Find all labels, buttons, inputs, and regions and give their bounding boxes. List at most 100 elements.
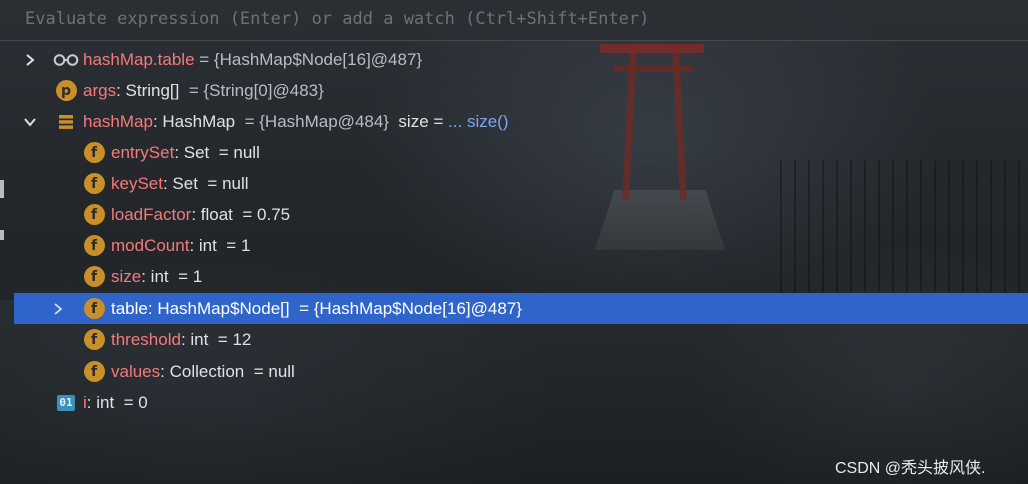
variable-text: values : Collection = null	[111, 362, 295, 382]
field-icon-letter: f	[83, 204, 105, 225]
variable-text: args : String[] = {String[0]@483}	[83, 81, 324, 101]
field-icon-letter: f	[83, 235, 105, 256]
variable-name: entrySet	[111, 142, 175, 162]
variable-name: values	[111, 361, 161, 381]
field-icon-letter: f	[83, 173, 105, 194]
field-icon-letter: f	[83, 361, 105, 382]
tree-row-threshold[interactable]: f threshold : int = 12	[10, 324, 1028, 355]
tree-row-table-selected[interactable]: f table : HashMap$Node[] = {HashMap$Node…	[14, 293, 1028, 324]
variable-separator: =	[235, 111, 260, 131]
variable-text: hashMap.table = {HashMap$Node[16]@487}	[83, 50, 422, 70]
variable-type: : HashMap	[152, 111, 236, 131]
variable-separator: =	[179, 80, 204, 100]
variable-name: loadFactor	[111, 204, 192, 224]
variable-name: table	[111, 298, 148, 318]
tree-row-values[interactable]: f values : Collection = null	[10, 356, 1028, 387]
field-icon: f	[83, 361, 105, 383]
variable-name: modCount	[111, 235, 190, 255]
variable-name: size	[111, 266, 142, 286]
parameter-icon-letter: p	[55, 80, 77, 101]
variable-value: 0.75	[257, 204, 291, 224]
variable-text: table : HashMap$Node[] = {HashMap$Node[1…	[111, 299, 522, 319]
variable-text: hashMap : HashMap = {HashMap@484} size =…	[83, 112, 509, 132]
tree-row-args[interactable]: p args : String[] = {String[0]@483}	[10, 75, 1028, 106]
variable-text: loadFactor : float = 0.75	[111, 205, 290, 225]
variable-value: {String[0]@483}	[203, 80, 324, 100]
variable-type: : float	[191, 204, 233, 224]
object-icon	[55, 111, 77, 133]
watermark: CSDN @秃头披风侠.	[835, 460, 986, 477]
field-icon-letter: f	[83, 266, 105, 287]
parameter-icon: p	[55, 80, 77, 102]
tree-row-entryset[interactable]: f entrySet : Set = null	[10, 137, 1028, 168]
field-icon-letter: f	[83, 142, 105, 163]
variable-separator: =	[209, 142, 234, 162]
variable-type: : int	[86, 392, 115, 412]
variable-type: : Collection	[160, 361, 245, 381]
field-icon-letter: f	[83, 298, 105, 319]
tree-row-hashmap[interactable]: hashMap : HashMap = {HashMap@484} size =…	[10, 106, 1028, 137]
variable-value: 1	[240, 235, 251, 255]
variable-separator: =	[216, 235, 241, 255]
variable-text: threshold : int = 12	[111, 330, 251, 350]
variable-name: threshold	[111, 329, 181, 349]
variable-separator: =	[194, 49, 214, 69]
variable-text: i : int = 0	[83, 393, 148, 413]
variable-name: args	[83, 80, 117, 100]
variable-name: hashMap	[83, 111, 153, 131]
tree-row-i[interactable]: 01 i : int = 0	[10, 387, 1028, 418]
variable-separator: =	[114, 392, 139, 412]
chevron-right-icon[interactable]	[24, 53, 36, 66]
variable-type: : Set	[174, 142, 210, 162]
field-icon: f	[83, 173, 105, 195]
chevron-down-icon[interactable]	[24, 116, 36, 128]
gutter-marker	[0, 230, 4, 240]
variable-separator: =	[168, 266, 193, 286]
left-gutter	[0, 40, 10, 484]
variable-text: modCount : int = 1	[111, 236, 250, 256]
tree-row-keyset[interactable]: f keySet : Set = null	[10, 168, 1028, 199]
variable-type: : HashMap$Node[]	[147, 298, 290, 318]
variable-type: : int	[180, 329, 209, 349]
variable-name: hashMap.table	[83, 49, 195, 69]
field-icon: f	[83, 298, 105, 320]
field-icon: f	[83, 235, 105, 257]
tree-row-size[interactable]: f size : int = 1	[10, 261, 1028, 292]
size-label: size =	[388, 111, 449, 131]
field-icon: f	[83, 204, 105, 226]
variable-text: entrySet : Set = null	[111, 143, 260, 163]
variable-value: 12	[232, 329, 252, 349]
variable-value: {HashMap$Node[16]@487}	[213, 49, 423, 69]
variable-value: {HashMap$Node[16]@487}	[313, 298, 522, 318]
variable-value: 0	[138, 392, 148, 412]
expression-bar	[0, 0, 1028, 41]
variable-text: size : int = 1	[111, 267, 202, 287]
tree-row-hashmap-table-watch[interactable]: hashMap.table = {HashMap$Node[16]@487}	[10, 44, 1028, 75]
field-icon: f	[83, 266, 105, 288]
variable-value: null	[268, 361, 295, 381]
variable-text: keySet : Set = null	[111, 174, 249, 194]
size-evaluate-link[interactable]: ... size()	[448, 112, 508, 132]
local-variable-icon: 01	[55, 392, 77, 414]
variable-name: keySet	[111, 173, 163, 193]
variable-type: : Set	[162, 173, 198, 193]
watch-glasses-icon	[52, 49, 80, 71]
variable-separator: =	[289, 298, 314, 318]
variable-type: : int	[141, 266, 169, 286]
variable-value: 1	[192, 266, 203, 286]
chevron-right-icon[interactable]	[52, 302, 64, 315]
gutter-marker	[0, 180, 4, 198]
variable-separator: =	[232, 204, 258, 224]
tree-row-modcount[interactable]: f modCount : int = 1	[10, 230, 1028, 261]
tree-row-loadfactor[interactable]: f loadFactor : float = 0.75	[10, 199, 1028, 230]
field-icon: f	[83, 142, 105, 164]
variable-value: {HashMap@484}	[259, 111, 389, 131]
variable-type: : String[]	[116, 80, 180, 100]
field-icon: f	[83, 329, 105, 351]
local-variable-icon-label: 01	[57, 394, 75, 411]
field-icon-letter: f	[83, 329, 105, 350]
variable-type: : int	[189, 235, 217, 255]
evaluate-expression-input[interactable]	[25, 9, 1005, 29]
variable-separator: =	[208, 329, 233, 349]
variable-value: null	[222, 173, 249, 193]
